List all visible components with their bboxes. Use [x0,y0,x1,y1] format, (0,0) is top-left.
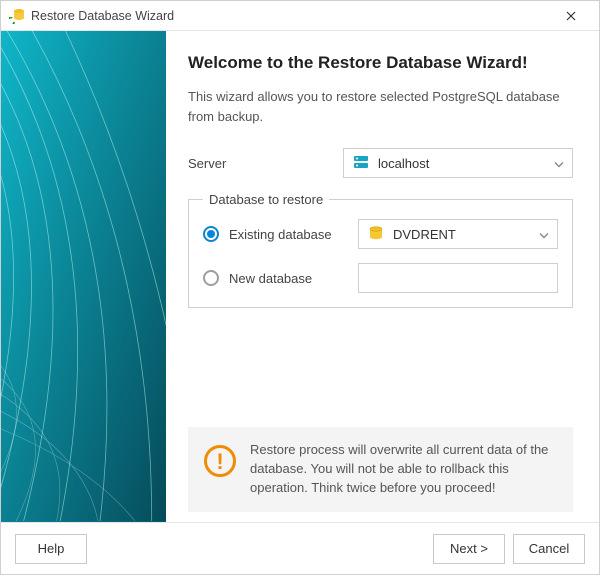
group-legend: Database to restore [203,192,329,207]
close-icon [566,11,576,21]
spacer [188,308,573,427]
database-to-restore-group: Database to restore Existing database DV… [188,192,573,308]
new-database-row: New database [203,263,558,293]
cancel-button[interactable]: Cancel [513,534,585,564]
new-database-label: New database [229,271,312,286]
new-database-input[interactable] [358,263,558,293]
existing-database-radio[interactable] [203,226,219,242]
warning-icon: ! [204,445,236,477]
new-database-radio[interactable] [203,270,219,286]
wizard-footer: Help Next > Cancel [1,522,599,574]
close-button[interactable] [551,1,591,30]
chevron-down-icon [539,227,549,242]
help-button[interactable]: Help [15,534,87,564]
server-row: Server localhost [188,148,573,178]
page-intro: This wizard allows you to restore select… [188,87,573,126]
warning-box: ! Restore process will overwrite all cur… [188,427,573,512]
existing-database-dropdown[interactable]: DVDRENT [358,219,558,249]
server-dropdown[interactable]: localhost [343,148,573,178]
existing-database-label: Existing database [229,227,332,242]
existing-database-option[interactable]: Existing database [203,226,358,242]
server-value: localhost [378,156,429,171]
titlebar: Restore Database Wizard [1,1,599,31]
warning-text: Restore process will overwrite all curre… [250,441,557,498]
next-button[interactable]: Next > [433,534,505,564]
existing-database-row: Existing database DVDRENT [203,219,558,249]
database-icon [367,225,385,243]
window-title: Restore Database Wizard [31,9,551,23]
page-heading: Welcome to the Restore Database Wizard! [188,53,573,73]
new-database-option[interactable]: New database [203,270,358,286]
server-label: Server [188,156,343,171]
existing-database-value: DVDRENT [393,227,456,242]
wizard-sidebar-art [1,31,166,522]
chevron-down-icon [554,156,564,171]
content-area: Welcome to the Restore Database Wizard! … [1,31,599,522]
wizard-page: Welcome to the Restore Database Wizard! … [166,31,599,522]
server-icon [352,154,370,172]
app-icon [9,8,25,24]
